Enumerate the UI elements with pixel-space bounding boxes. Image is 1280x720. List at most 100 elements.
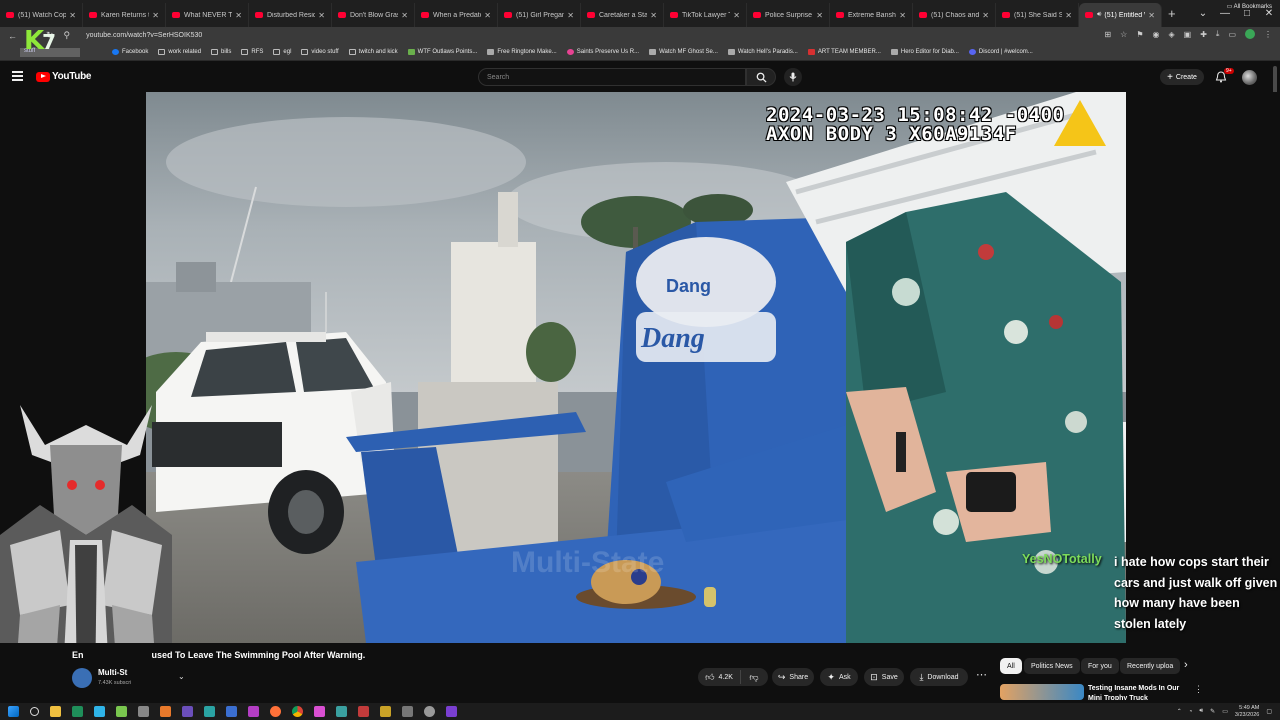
close-tab-icon[interactable]: ✕	[1148, 11, 1155, 20]
bookmark-item[interactable]: Saints Preserve Us R...	[566, 49, 639, 55]
app-icon[interactable]	[138, 706, 149, 717]
app-icon[interactable]	[116, 706, 127, 717]
browser-tab[interactable]: (51) Chaos and K✕	[913, 3, 996, 27]
bookmark-item[interactable]: twitch and kick	[348, 49, 398, 55]
new-tab-button[interactable]: +	[1168, 6, 1176, 21]
close-tab-icon[interactable]: ✕	[1065, 11, 1072, 20]
browser-tab[interactable]: Don't Blow Grass✕	[332, 3, 415, 27]
chevron-up-icon[interactable]: ⌃	[1177, 708, 1182, 715]
bookmark-item[interactable]: Watch MF Ghost Se...	[649, 49, 718, 55]
puzzle-icon[interactable]: ✚	[1200, 30, 1207, 39]
browser-tab[interactable]: Caretaker a Stan ✕	[581, 3, 664, 27]
recommended-video-title[interactable]: Testing Insane Mods In Our Mini Trophy T…	[1088, 684, 1192, 700]
search-button[interactable]	[746, 68, 776, 86]
profile-avatar[interactable]	[1245, 29, 1255, 39]
close-tab-icon[interactable]: ✕	[650, 11, 657, 20]
close-tab-icon[interactable]: ✕	[484, 11, 491, 20]
close-tab-icon[interactable]: ✕	[318, 11, 325, 20]
clock[interactable]: 5:49 AM 3/23/2026	[1235, 705, 1259, 719]
filter-chip[interactable]: Recently uploa	[1120, 658, 1181, 674]
app-icon[interactable]	[402, 706, 413, 717]
browser-tab[interactable]: (51) Watch Cop C✕	[0, 3, 83, 27]
bookmark-item[interactable]: egl	[273, 49, 291, 55]
filter-chip[interactable]: All	[1000, 658, 1022, 674]
volume-icon[interactable]: 🔊︎	[1199, 708, 1203, 715]
youtube-logo[interactable]: YouTube	[36, 71, 92, 82]
bookmark-star-icon[interactable]: ☆	[1120, 30, 1127, 39]
menu-kebab-icon[interactable]: ⋮	[1264, 30, 1272, 39]
download-icon[interactable]: ⤓	[1216, 29, 1220, 39]
browser-tab[interactable]: What NEVER To D✕	[166, 3, 249, 27]
browser-tab[interactable]: Disturbed Reside✕	[249, 3, 332, 27]
download-button[interactable]: ⤓ Download	[910, 668, 968, 686]
like-button[interactable]: 👍︎ 4.2K	[698, 668, 740, 686]
ask-button[interactable]: ✦ Ask	[820, 668, 858, 686]
app-icon[interactable]	[94, 706, 105, 717]
video-player[interactable]: Dang Dang Multi-State 2024-03-23 15:08:4…	[146, 92, 1126, 643]
close-tab-icon[interactable]: ✕	[982, 11, 989, 20]
bookmark-item[interactable]: work related	[158, 49, 201, 55]
extension-icon[interactable]: ⚑	[1136, 30, 1143, 39]
extension-icon[interactable]: ◉	[1152, 30, 1159, 39]
chevron-right-icon[interactable]: ›	[1184, 659, 1188, 671]
dislike-button[interactable]: 👎︎	[742, 668, 766, 686]
close-tab-icon[interactable]: ✕	[235, 11, 242, 20]
app-icon[interactable]	[446, 706, 457, 717]
bookmark-item[interactable]: Watch Hell's Paradis...	[727, 49, 798, 55]
bookmark-item[interactable]: video stuff	[301, 49, 339, 55]
speaker-icon[interactable]: 🔊︎	[1097, 11, 1101, 19]
browser-tab[interactable]: 🔊︎(51) Entitled W✕	[1079, 3, 1162, 27]
search-input[interactable]: Search	[478, 68, 746, 86]
bookmark-item[interactable]: bills	[211, 49, 231, 55]
filter-chip[interactable]: Politics News	[1024, 658, 1080, 674]
more-actions-icon[interactable]: ⋯	[976, 668, 987, 681]
close-tab-icon[interactable]: ✕	[733, 11, 740, 20]
channel-name[interactable]: Multi-St	[98, 668, 127, 677]
app-icon[interactable]	[226, 706, 237, 717]
firefox-icon[interactable]	[270, 706, 281, 717]
search-icon[interactable]	[30, 707, 39, 716]
app-icon[interactable]	[72, 706, 83, 717]
site-info-icon[interactable]: ⚲	[64, 30, 71, 41]
app-icon[interactable]	[204, 706, 215, 717]
app-icon[interactable]	[248, 706, 259, 717]
save-button[interactable]: ⊡ Save	[864, 668, 904, 686]
close-tab-icon[interactable]: ✕	[899, 11, 906, 20]
back-icon[interactable]: ←	[8, 31, 17, 41]
extension-icon[interactable]: ◈	[1168, 30, 1174, 39]
app-icon[interactable]	[336, 706, 347, 717]
hamburger-menu-icon[interactable]	[12, 71, 23, 81]
more-options-icon[interactable]: ⋮	[1194, 684, 1203, 695]
browser-tab[interactable]: (51) Girl Pregame✕	[498, 3, 581, 27]
recommended-video-thumbnail[interactable]	[1000, 684, 1084, 700]
browser-tab[interactable]: (51) She Said She✕	[996, 3, 1079, 27]
browser-tab[interactable]: When a Predator ✕	[415, 3, 498, 27]
extension-icon[interactable]: ▣	[1184, 30, 1192, 39]
tab-search-icon[interactable]: ⌄	[1192, 8, 1214, 19]
app-icon[interactable]	[314, 706, 325, 717]
file-explorer-icon[interactable]	[50, 706, 61, 717]
bookmark-item[interactable]: RFS	[241, 49, 263, 55]
channel-avatar[interactable]	[72, 668, 92, 688]
create-button[interactable]: + Create	[1160, 69, 1204, 85]
network-icon[interactable]: ◔	[1189, 709, 1193, 715]
windows-start-icon[interactable]	[8, 706, 19, 717]
bookmark-item[interactable]: ART TEAM MEMBER...	[807, 49, 881, 55]
bookmark-item[interactable]: Facebook	[112, 49, 148, 55]
bookmark-item[interactable]: WTF Outlaws Points...	[407, 49, 477, 55]
pen-icon[interactable]: ✎	[1210, 708, 1215, 715]
gear-icon[interactable]	[424, 706, 435, 717]
app-icon[interactable]	[380, 706, 391, 717]
share-button[interactable]: ↪ Share	[772, 668, 814, 686]
close-tab-icon[interactable]: ✕	[152, 11, 159, 20]
close-tab-icon[interactable]: ✕	[567, 11, 574, 20]
browser-tab[interactable]: Karen Returns to ✕	[83, 3, 166, 27]
bookmark-item[interactable]: Free Ringtone Make...	[487, 49, 557, 55]
app-icon[interactable]	[160, 706, 171, 717]
url-field[interactable]: youtube.com/watch?v=SerHSOIK530	[86, 32, 202, 39]
battery-icon[interactable]: ▭	[1222, 708, 1228, 715]
close-tab-icon[interactable]: ✕	[401, 11, 408, 20]
bookmark-item[interactable]: Discord | #welcom...	[968, 49, 1033, 55]
all-bookmarks-button[interactable]: ▭ All Bookmarks	[1227, 3, 1272, 10]
browser-tab[interactable]: Extreme Banshee✕	[830, 3, 913, 27]
